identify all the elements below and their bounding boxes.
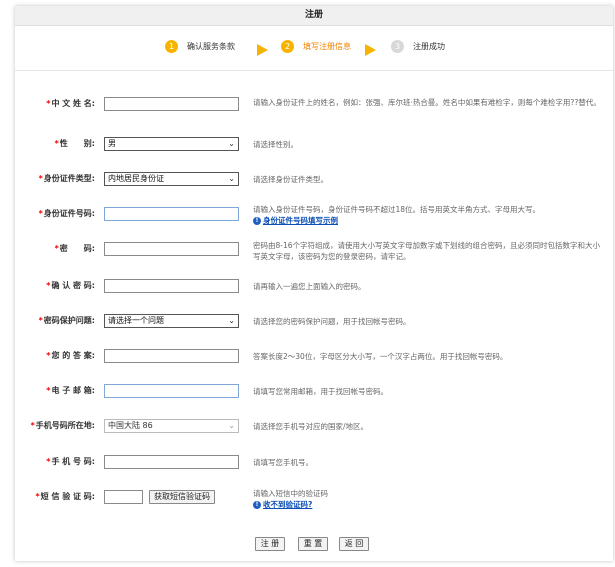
email-label: *电 子 邮 箱: xyxy=(15,385,95,396)
info-icon: ! xyxy=(253,501,261,509)
gender-label: *性 别: xyxy=(15,138,95,149)
id-type-select[interactable]: 内地居民身份证 ⌄ xyxy=(104,172,239,186)
required-mark: * xyxy=(46,351,51,360)
phone-region-label-text: 手机号码所在地: xyxy=(35,421,95,430)
step-2-label: 填写注册信息 xyxy=(303,42,351,51)
confirm-password-label: *确 认 密 码: xyxy=(15,280,95,291)
phone-region-label: *手机号码所在地: xyxy=(15,420,95,431)
step-3-label: 注册成功 xyxy=(413,42,445,51)
security-question-hint: 请选择您的密码保护问题，用于找回帐号密码。 xyxy=(253,317,411,326)
step-2-number: 2 xyxy=(281,40,294,53)
id-number-hint: 请输入身份证件号码，身份证件号码不超过18位。括号用英文半角方式、字母用大写。 xyxy=(253,205,541,214)
email-label-text: 电 子 邮 箱: xyxy=(51,386,95,395)
id-type-select-value: 内地居民身份证 xyxy=(108,174,164,183)
confirm-password-hint: 请再输入一遍您上面输入的密码。 xyxy=(253,282,366,291)
divider xyxy=(15,70,613,71)
required-mark: * xyxy=(46,457,51,466)
progress-steps: 1 确认服务条款 2 填写注册信息 3 注册成功 xyxy=(15,36,613,58)
id-type-label: *身份证件类型: xyxy=(15,173,95,184)
step-arrow-icon xyxy=(257,44,268,56)
gender-hint: 请选择性别。 xyxy=(253,140,298,149)
security-question-label: *密码保护问题: xyxy=(15,315,95,326)
security-question-select-value: 请选择一个问题 xyxy=(108,316,164,325)
id-number-input[interactable] xyxy=(104,207,239,221)
answer-label-text: 您 的 答 案: xyxy=(51,351,95,360)
required-mark: * xyxy=(46,281,51,290)
name-hint: 请输入身份证件上的姓名，例如：张强、库尔班·热合曼。姓名中如果有难检字，则每个难… xyxy=(253,98,601,107)
answer-hint: 答案长度2～30位，字母区分大小写，一个汉字占两位。用于找回帐号密码。 xyxy=(253,352,508,361)
page-title: 注册 xyxy=(15,6,613,26)
phone-hint: 请填写您手机号。 xyxy=(253,458,313,467)
step-2: 2 填写注册信息 xyxy=(281,40,351,53)
required-mark: * xyxy=(46,386,51,395)
email-hint: 请填写您常用邮箱，用于找回帐号密码。 xyxy=(253,387,388,396)
required-mark: * xyxy=(46,99,51,108)
chevron-down-icon: ⌄ xyxy=(228,139,235,148)
chevron-down-icon: ⌄ xyxy=(228,174,235,183)
required-mark: * xyxy=(54,244,59,253)
answer-input[interactable] xyxy=(104,349,239,363)
id-type-label-text: 身份证件类型: xyxy=(43,174,95,183)
step-1-label: 确认服务条款 xyxy=(187,42,235,51)
step-3-number: 3 xyxy=(391,40,404,53)
password-hint: 密码由8-16个字符组成，请使用大小写英文字母加数字或下划线的组合密码，且必须同… xyxy=(253,241,601,261)
password-label: *密 码: xyxy=(15,243,95,254)
phone-region-hint: 请选择您手机号对应的国家/地区。 xyxy=(253,422,369,431)
required-mark: * xyxy=(38,316,43,325)
id-type-hint: 请选择身份证件类型。 xyxy=(253,175,328,184)
id-number-label-text: 身份证件号码: xyxy=(43,209,95,218)
required-mark: * xyxy=(35,492,40,501)
submit-button[interactable]: 注 册 xyxy=(255,537,285,551)
step-3: 3 注册成功 xyxy=(391,40,445,53)
answer-label: *您 的 答 案: xyxy=(15,350,95,361)
gender-select-value: 男 xyxy=(108,139,116,148)
email-input[interactable] xyxy=(104,384,239,398)
required-mark: * xyxy=(38,174,43,183)
sms-code-hint: 请输入短信中的验证码 xyxy=(253,489,328,498)
registration-panel: 注册 1 确认服务条款 2 填写注册信息 3 注册成功 *中 文 姓 名: 请输… xyxy=(15,6,613,561)
password-input[interactable] xyxy=(104,242,239,256)
reset-button[interactable]: 重 置 xyxy=(298,537,328,551)
sms-code-input[interactable] xyxy=(104,490,143,504)
phone-label: *手 机 号 码: xyxy=(15,456,95,467)
id-number-label: *身份证件号码: xyxy=(15,208,95,219)
confirm-password-label-text: 确 认 密 码: xyxy=(51,281,95,290)
security-question-label-text: 密码保护问题: xyxy=(43,316,95,325)
required-mark: * xyxy=(30,421,35,430)
chevron-down-icon: ⌄ xyxy=(228,316,235,325)
name-input[interactable] xyxy=(104,97,239,111)
chevron-down-icon: ⌄ xyxy=(228,421,235,430)
back-button[interactable]: 返 回 xyxy=(339,537,369,551)
step-arrow-icon xyxy=(365,44,376,56)
required-mark: * xyxy=(54,139,59,148)
phone-region-select[interactable]: 中国大陆 86 ⌄ xyxy=(104,419,239,433)
confirm-password-input[interactable] xyxy=(104,279,239,293)
sms-code-hint-block: 请输入短信中的验证码 ! 收不到验证码? xyxy=(253,488,605,510)
password-label-text: 密 码: xyxy=(59,244,95,253)
sms-code-label-text: 短 信 验 证 码: xyxy=(40,492,95,501)
sms-code-label: *短 信 验 证 码: xyxy=(15,491,95,502)
gender-select[interactable]: 男 ⌄ xyxy=(104,137,239,151)
phone-label-text: 手 机 号 码: xyxy=(51,457,95,466)
name-label: *中 文 姓 名: xyxy=(15,98,95,109)
security-question-select[interactable]: 请选择一个问题 ⌄ xyxy=(104,314,239,328)
phone-region-select-value: 中国大陆 86 xyxy=(108,421,153,430)
required-mark: * xyxy=(38,209,43,218)
info-icon: ! xyxy=(253,217,261,225)
step-1: 1 确认服务条款 xyxy=(165,40,235,53)
id-number-hint-block: 请输入身份证件号码，身份证件号码不超过18位。括号用英文半角方式、字母用大写。 … xyxy=(253,204,605,226)
no-code-link[interactable]: 收不到验证码? xyxy=(263,499,312,510)
phone-input[interactable] xyxy=(104,455,239,469)
gender-label-text: 性 别: xyxy=(59,139,95,148)
get-sms-code-button[interactable]: 获取短信验证码 xyxy=(149,490,215,504)
id-number-example-link[interactable]: 身份证件号码填写示例 xyxy=(263,215,338,226)
step-1-number: 1 xyxy=(165,40,178,53)
name-label-text: 中 文 姓 名: xyxy=(51,99,95,108)
